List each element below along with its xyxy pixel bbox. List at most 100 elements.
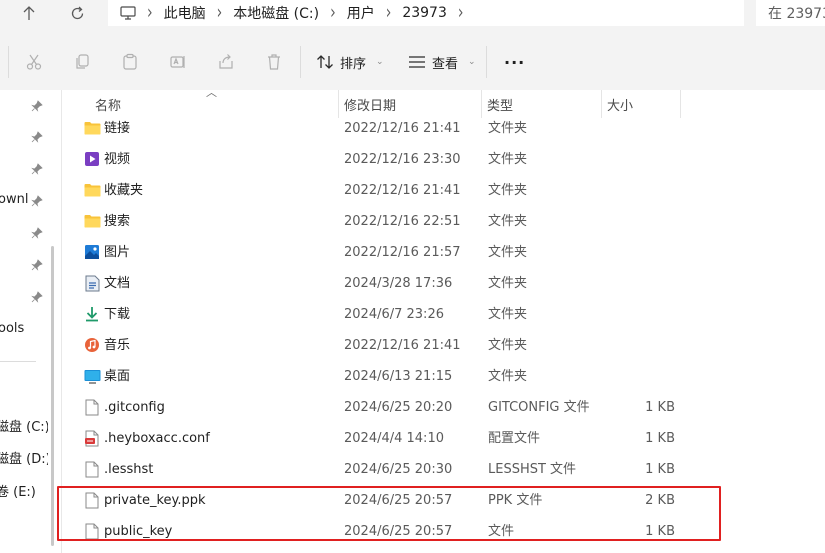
- file-name: .lesshst: [104, 462, 154, 477]
- file-row[interactable]: private_key.ppk 2024/6/25 20:57 PPK 文件 2 KB: [62, 485, 825, 516]
- file-name: 链接: [104, 121, 131, 136]
- more-options-button[interactable]: ···: [504, 48, 525, 76]
- file-size: 1 KB: [645, 524, 675, 539]
- file-icon: [83, 522, 101, 540]
- folder-icon: [83, 119, 101, 137]
- breadcrumb-separator: ›: [457, 1, 464, 25]
- desktop-folder-icon: [83, 367, 101, 385]
- view-icon: [409, 56, 425, 68]
- file-name: 视频: [104, 152, 131, 167]
- file-row[interactable]: .heyboxacc.conf 2024/4/4 14:10 配置文件 1 KB: [62, 423, 825, 454]
- nav-item-drive-e[interactable]: 卷 (E:): [0, 481, 36, 500]
- file-icon: [83, 460, 101, 478]
- file-name: .gitconfig: [104, 400, 165, 415]
- file-modified-date: 2022/12/16 21:41: [344, 121, 461, 136]
- breadcrumb-users[interactable]: 用户: [347, 0, 375, 26]
- navigation-pane: ownl ools 磁盘 (C:) 磁盘 (D:) 卷 (E:): [0, 90, 48, 553]
- pin-icon[interactable]: [31, 291, 43, 303]
- refresh-icon[interactable]: [62, 0, 92, 26]
- file-icon: [83, 491, 101, 509]
- column-header-size-label: 大小: [607, 98, 634, 114]
- file-row[interactable]: 文档 2024/3/28 17:36 文件夹: [62, 268, 825, 299]
- file-modified-date: 2024/3/28 17:36: [344, 276, 453, 291]
- file-modified-date: 2022/12/16 21:57: [344, 245, 461, 260]
- file-type: 文件夹: [488, 121, 528, 136]
- breadcrumb-user-folder[interactable]: 23973: [402, 0, 447, 26]
- file-modified-date: 2022/12/16 21:41: [344, 183, 461, 198]
- file-row[interactable]: 视频 2022/12/16 23:30 文件夹: [62, 144, 825, 175]
- file-modified-date: 2024/6/25 20:57: [344, 524, 453, 539]
- file-list: 名称 ︿ 修改日期 类型 大小 链接 2022/12/16 21:41 文件夹 视频 2…: [62, 86, 825, 553]
- file-name: 桌面: [104, 369, 131, 384]
- nav-item-drive-c[interactable]: 磁盘 (C:): [0, 416, 48, 435]
- file-type: 文件夹: [488, 369, 528, 384]
- file-size: 1 KB: [645, 462, 675, 477]
- file-row[interactable]: .lesshst 2024/6/25 20:30 LESSHST 文件 1 KB: [62, 454, 825, 485]
- rename-icon[interactable]: [166, 50, 190, 74]
- nav-item-drive-d[interactable]: 磁盘 (D:): [0, 448, 48, 467]
- sort-icon: [317, 55, 333, 69]
- config-file-icon: [83, 429, 101, 447]
- breadcrumb-separator: ›: [330, 1, 336, 25]
- file-modified-date: 2024/6/13 21:15: [344, 369, 453, 384]
- toolbar-divider: [8, 46, 9, 78]
- file-size: 1 KB: [645, 431, 675, 446]
- breadcrumb-local-disk-c[interactable]: 本地磁盘 (C:): [233, 0, 319, 26]
- file-name: 音乐: [104, 338, 131, 353]
- file-modified-date: 2024/6/25 20:57: [344, 493, 453, 508]
- up-arrow-icon[interactable]: [14, 0, 44, 26]
- music-folder-icon: [83, 336, 101, 354]
- nav-divider: [0, 361, 36, 362]
- computer-icon: [120, 6, 136, 20]
- file-row[interactable]: 收藏夹 2022/12/16 21:41 文件夹: [62, 175, 825, 206]
- file-type: 文件夹: [488, 276, 528, 291]
- delete-icon[interactable]: [262, 50, 286, 74]
- view-button[interactable]: 查看 ⌄: [408, 48, 476, 76]
- file-size: 2 KB: [645, 493, 675, 508]
- file-name: public_key: [104, 524, 173, 539]
- sort-ascending-icon: ︿: [206, 86, 217, 99]
- sort-button[interactable]: 排序 ⌄: [316, 48, 384, 76]
- file-type: LESSHST 文件: [488, 462, 577, 477]
- cut-icon[interactable]: [22, 50, 46, 74]
- file-name: .heyboxacc.conf: [104, 431, 210, 446]
- pin-icon[interactable]: [31, 259, 43, 271]
- search-input[interactable]: 在 23973 中搜索: [756, 0, 825, 26]
- view-label: 查看: [432, 56, 459, 72]
- nav-scrollbar[interactable]: [51, 246, 54, 546]
- pin-icon[interactable]: [31, 100, 43, 112]
- address-row: › 此电脑 › 本地磁盘 (C:) › 用户 › 23973 › 在 23973…: [0, 0, 825, 34]
- file-row[interactable]: 图片 2022/12/16 21:57 文件夹: [62, 237, 825, 268]
- address-bar[interactable]: › 此电脑 › 本地磁盘 (C:) › 用户 › 23973 ›: [108, 0, 744, 26]
- file-row[interactable]: 搜索 2022/12/16 22:51 文件夹: [62, 206, 825, 237]
- file-row[interactable]: .gitconfig 2024/6/25 20:20 GITCONFIG 文件 1 K…: [62, 392, 825, 423]
- pin-icon[interactable]: [31, 195, 43, 207]
- share-icon[interactable]: [214, 50, 238, 74]
- pin-icon[interactable]: [31, 163, 43, 175]
- nav-item-tools[interactable]: ools: [0, 321, 24, 336]
- breadcrumb-this-pc[interactable]: 此电脑: [164, 0, 206, 26]
- file-type: 文件夹: [488, 338, 528, 353]
- pin-icon[interactable]: [31, 131, 43, 143]
- pin-icon[interactable]: [31, 227, 43, 239]
- file-modified-date: 2024/6/25 20:20: [344, 400, 453, 415]
- file-row[interactable]: 桌面 2024/6/13 21:15 文件夹: [62, 361, 825, 392]
- file-type: PPK 文件: [488, 493, 543, 508]
- file-type: 文件夹: [488, 245, 528, 260]
- file-row[interactable]: public_key 2024/6/25 20:57 文件 1 KB: [62, 516, 825, 547]
- file-modified-date: 2022/12/16 23:30: [344, 152, 461, 167]
- file-name: 下载: [104, 307, 131, 322]
- paste-icon[interactable]: [118, 50, 142, 74]
- file-row[interactable]: 链接 2022/12/16 21:41 文件夹: [62, 113, 825, 144]
- breadcrumb-separator: ›: [385, 1, 392, 25]
- breadcrumb-separator: ›: [147, 1, 153, 25]
- file-name: 图片: [104, 245, 131, 260]
- nav-item-downloads[interactable]: ownl: [0, 192, 28, 207]
- copy-icon[interactable]: [70, 50, 94, 74]
- folder-icon: [83, 181, 101, 199]
- toolbar-divider: [300, 46, 301, 78]
- column-header-date-label: 修改日期: [344, 98, 397, 114]
- file-row[interactable]: 下载 2024/6/7 23:26 文件夹: [62, 299, 825, 330]
- file-row[interactable]: 音乐 2022/12/16 21:41 文件夹: [62, 330, 825, 361]
- videos-folder-icon: [83, 150, 101, 168]
